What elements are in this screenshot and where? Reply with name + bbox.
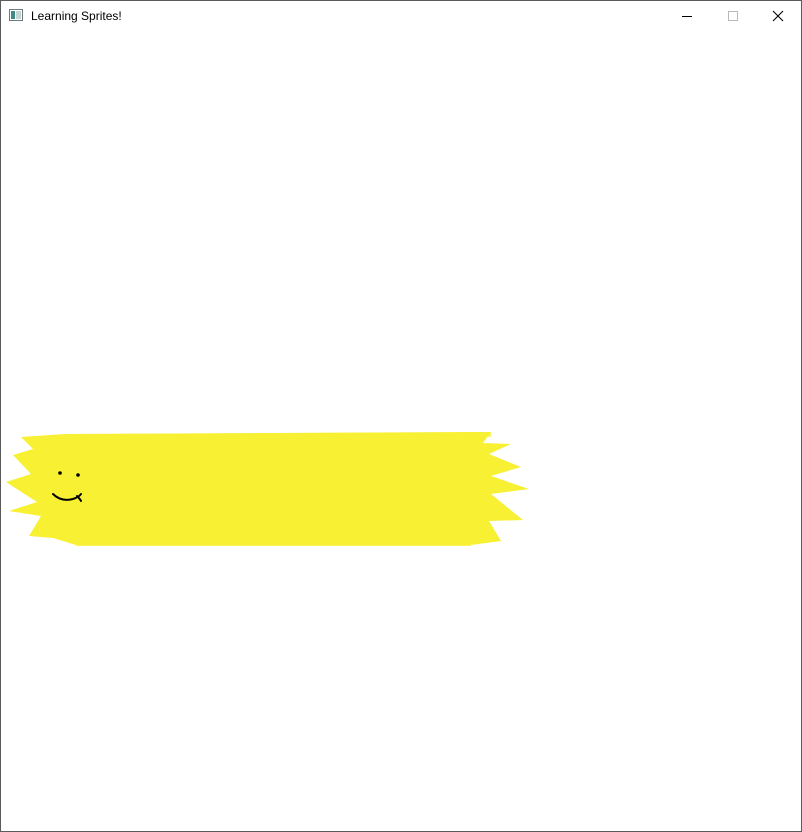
window-title: Learning Sprites! — [31, 9, 122, 23]
app-window: Learning Sprites! — [0, 0, 802, 832]
app-icon — [9, 9, 23, 21]
minimize-button[interactable] — [664, 1, 710, 31]
close-button[interactable] — [755, 1, 801, 31]
game-canvas[interactable] — [1, 31, 801, 831]
right-eye — [76, 473, 80, 477]
maximize-icon — [728, 11, 738, 21]
smiley-sun-sprite — [6, 432, 529, 546]
sprite-trail — [6, 432, 529, 546]
minimize-icon — [682, 16, 692, 17]
maximize-button[interactable] — [710, 1, 756, 31]
title-bar[interactable]: Learning Sprites! — [1, 1, 801, 31]
left-eye — [58, 471, 62, 475]
close-icon — [772, 10, 784, 22]
